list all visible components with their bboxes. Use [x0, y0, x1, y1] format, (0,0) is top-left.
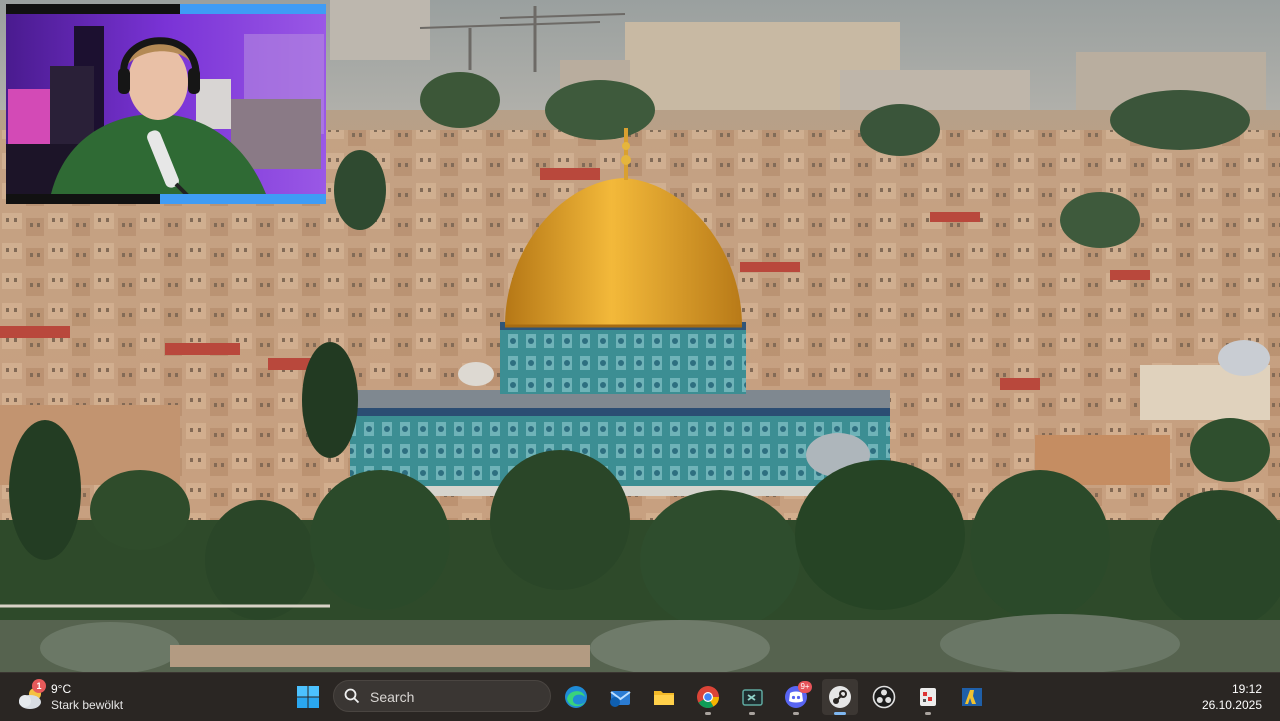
folder-icon: [654, 691, 674, 705]
taskbar-obs[interactable]: [866, 679, 902, 715]
search-placeholder: Search: [370, 689, 415, 705]
running-indicator: [793, 712, 799, 715]
steam-icon: [829, 686, 851, 708]
obs-icon: [872, 685, 896, 709]
taskbar-steam[interactable]: [822, 679, 858, 715]
clock-date: 26.10.2025: [1201, 698, 1262, 712]
clock-time: 19:12: [1231, 682, 1262, 696]
taskbar-file-explorer[interactable]: [646, 679, 682, 715]
mail-icon: [610, 691, 631, 707]
taskbar-outlook[interactable]: [602, 679, 638, 715]
running-indicator: [705, 712, 711, 715]
webcam-overlay: [6, 4, 326, 204]
webcam-frame-accent-bottom: [160, 194, 326, 204]
game-icon: [962, 688, 982, 706]
search-icon: [344, 688, 360, 704]
windows-logo-icon: [297, 686, 319, 708]
weather-widget[interactable]: 1 9°C Stark bewölkt: [14, 679, 184, 715]
taskbar-discord[interactable]: 9+: [778, 679, 814, 715]
taskbar-search-box[interactable]: Search: [333, 680, 551, 712]
webcam-frame-accent: [180, 4, 326, 14]
running-indicator: [925, 712, 931, 715]
taskbar-terminal[interactable]: [734, 679, 770, 715]
edge-icon: [565, 686, 587, 708]
weather-alert-badge: 1: [32, 679, 46, 693]
taskbar-chrome[interactable]: [690, 679, 726, 715]
taskbar-app-red[interactable]: [910, 679, 946, 715]
start-button[interactable]: [292, 681, 324, 713]
system-clock[interactable]: 19:12 26.10.2025: [1182, 681, 1262, 713]
taskbar-game[interactable]: [954, 679, 990, 715]
running-indicator: [749, 712, 755, 715]
taskbar-edge[interactable]: [558, 679, 594, 715]
weather-condition: Stark bewölkt: [51, 698, 124, 712]
notification-badge: 9+: [798, 681, 812, 693]
terminal-icon: [742, 689, 763, 706]
weather-temperature: 9°C: [51, 682, 72, 696]
active-indicator: [834, 712, 846, 715]
app-icon: [920, 688, 936, 706]
webcam-feed: [6, 4, 326, 204]
chrome-icon: [697, 686, 719, 708]
taskbar: 1 9°C Stark bewölkt Search 9+ 19:12 26.1…: [0, 672, 1280, 721]
